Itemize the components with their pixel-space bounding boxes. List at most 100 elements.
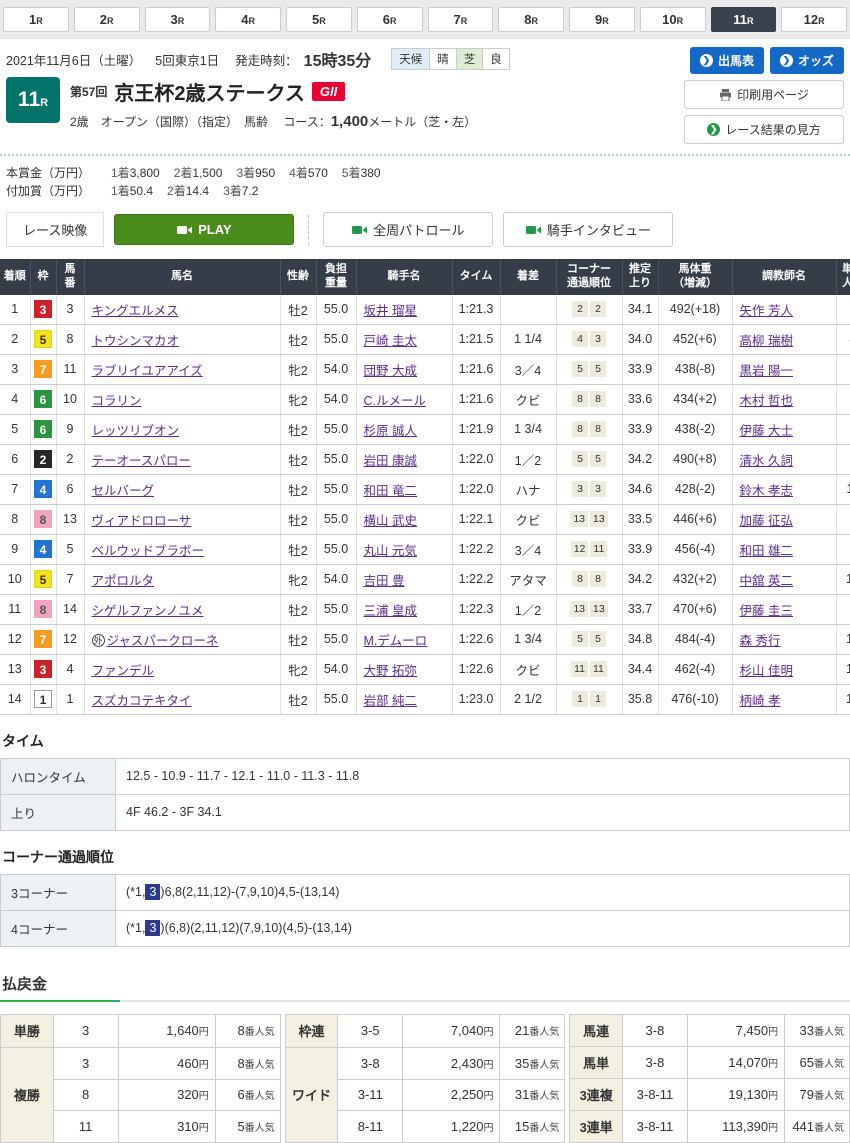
jockey-link[interactable]: 杉原 誠人 xyxy=(364,424,417,438)
trainer-link[interactable]: 伊藤 大士 xyxy=(740,424,793,438)
horse-name-link[interactable]: ジャスパークローネ xyxy=(107,634,219,648)
jockey-link[interactable]: 横山 武史 xyxy=(364,514,417,528)
payout-row: 単勝31,640円8番人気 xyxy=(1,1014,281,1048)
jockey-link[interactable]: 大野 拓弥 xyxy=(364,664,417,678)
jockey-link[interactable]: 団野 大成 xyxy=(364,364,417,378)
yen-unit: 円 xyxy=(768,1123,778,1134)
payout-popularity: 15番人気 xyxy=(500,1111,565,1143)
win-favorite-rank: 9 xyxy=(836,444,850,474)
horse-name-link[interactable]: コラリン xyxy=(92,394,142,408)
sex-age: 牝2 xyxy=(280,384,316,414)
result-guide-button[interactable]: ❯ レース結果の見方 xyxy=(684,115,844,144)
corner-position-box: 12 xyxy=(571,541,589,557)
trainer-link[interactable]: 中舘 英二 xyxy=(740,574,793,588)
corner-section-title: コーナー通過順位 xyxy=(2,847,850,867)
corner4-label: 4コーナー xyxy=(1,910,116,946)
jockey-link[interactable]: 坂井 瑠星 xyxy=(364,304,417,318)
trainer-link[interactable]: 杉山 佳明 xyxy=(740,664,793,678)
trainer-link[interactable]: 木村 哲也 xyxy=(740,394,793,408)
horse-name-link[interactable]: トウシンマカオ xyxy=(92,334,180,348)
horse-name-link[interactable]: アポロルタ xyxy=(92,574,155,588)
tab-6r[interactable]: 6R xyxy=(357,7,423,32)
last-3f-time: 34.1 xyxy=(622,295,658,325)
jockey-link[interactable]: M.デムーロ xyxy=(364,634,428,648)
trainer-link[interactable]: 柄崎 孝 xyxy=(740,694,781,708)
trainer-link[interactable]: 伊藤 圭三 xyxy=(740,604,793,618)
trainer-link[interactable]: 清水 久詞 xyxy=(740,454,793,468)
payout-amount: 310円 xyxy=(118,1111,215,1143)
jockey-link[interactable]: 岩田 康誠 xyxy=(364,454,417,468)
trainer-link[interactable]: 森 秀行 xyxy=(740,634,781,648)
jockey-cell: M.デムーロ xyxy=(356,624,452,654)
horse-name-link[interactable]: スズカコテキタイ xyxy=(92,694,192,708)
jockey-cell: 丸山 元気 xyxy=(356,534,452,564)
trainer-link[interactable]: 高柳 瑞樹 xyxy=(740,334,793,348)
jockey-link[interactable]: 吉田 豊 xyxy=(364,574,405,588)
prize-amount: 7.2 xyxy=(242,184,259,198)
payout-amount: 7,040円 xyxy=(403,1014,500,1048)
column-header: タイム xyxy=(452,259,500,295)
trainer-link[interactable]: 加藤 征弘 xyxy=(740,514,793,528)
trainer-link[interactable]: 黒岩 陽一 xyxy=(740,364,793,378)
jockey-link[interactable]: 和田 竜二 xyxy=(364,484,417,498)
jockey-link[interactable]: 戸崎 圭太 xyxy=(364,334,417,348)
margin: 1／2 xyxy=(500,444,556,474)
payout-combination: 3-8-11 xyxy=(623,1110,688,1142)
tab-8r[interactable]: 8R xyxy=(498,7,564,32)
horse-number: 9 xyxy=(56,414,84,444)
horse-name-link[interactable]: ファンデル xyxy=(92,664,155,678)
horse-name-link[interactable]: ベルウッドブラボー xyxy=(92,544,205,558)
play-button[interactable]: PLAY xyxy=(114,214,294,245)
trainer-cell: 伊藤 大士 xyxy=(732,414,836,444)
margin xyxy=(500,295,556,325)
yen-unit: 円 xyxy=(768,1091,778,1102)
corner-position-box: 5 xyxy=(572,631,588,647)
tab-5r[interactable]: 5R xyxy=(286,7,352,32)
horse-name-link[interactable]: キングエルメス xyxy=(92,304,179,318)
bet-type-label: 馬単 xyxy=(570,1046,623,1078)
jockey-link[interactable]: 三浦 皇成 xyxy=(364,604,417,618)
finish-time: 1:21.6 xyxy=(452,384,500,414)
horse-name-link[interactable]: レッツリブオン xyxy=(92,424,180,438)
jockey-link[interactable]: C.ルメール xyxy=(364,394,427,408)
trainer-link[interactable]: 和田 雄二 xyxy=(740,544,793,558)
column-header: 馬名 xyxy=(84,259,280,295)
race-header: 2021年11月6日（土曜） 5回東京1日 発走時刻： 15時35分 天候 晴 … xyxy=(0,39,850,144)
print-page-button[interactable]: 印刷用ページ xyxy=(684,80,844,109)
result-row: 1334ファンデル牝254.0大野 拓弥1:22.6クビ111134.4462(… xyxy=(0,654,850,684)
trainer-link[interactable]: 矢作 芳人 xyxy=(740,304,793,318)
horse-name-link[interactable]: セルバーグ xyxy=(92,484,155,498)
jockey-interview-button[interactable]: 騎手インタビュー xyxy=(503,212,673,247)
race-video-label: レース映像 xyxy=(6,212,104,247)
horse-name-link[interactable]: テーオースパロー xyxy=(92,454,191,468)
odds-button[interactable]: ❯ オッズ xyxy=(770,47,844,74)
tab-12r[interactable]: 12R xyxy=(781,7,847,32)
header-buttons: ❯ 出馬表 ❯ オッズ 印刷用ページ ❯ レース結果の見方 xyxy=(674,47,844,144)
jockey-link[interactable]: 丸山 元気 xyxy=(364,544,417,558)
tab-1r[interactable]: 1R xyxy=(3,7,69,32)
finish-time: 1:21.3 xyxy=(452,295,500,325)
tab-3r[interactable]: 3R xyxy=(145,7,211,32)
horse-name-link[interactable]: ヴィアドロローサ xyxy=(92,514,192,528)
patrol-video-button[interactable]: 全周パトロール xyxy=(323,212,493,247)
tab-4r[interactable]: 4R xyxy=(215,7,281,32)
tab-11r[interactable]: 11R xyxy=(711,7,777,32)
entry-table-button[interactable]: ❯ 出馬表 xyxy=(690,47,764,74)
finish-time: 1:22.2 xyxy=(452,534,500,564)
tab-10r[interactable]: 10R xyxy=(640,7,706,32)
condition-badges: 天候 晴 芝 良 xyxy=(391,48,510,70)
trainer-cell: 伊藤 圭三 xyxy=(732,594,836,624)
sex-age: 牝2 xyxy=(280,564,316,594)
trainer-link[interactable]: 鈴木 孝志 xyxy=(740,484,793,498)
tab-7r[interactable]: 7R xyxy=(428,7,494,32)
waku-cell: 2 xyxy=(30,444,56,474)
jockey-link[interactable]: 岩部 純二 xyxy=(364,694,417,708)
waku-badge: 1 xyxy=(34,690,52,708)
tab-2r[interactable]: 2R xyxy=(74,7,140,32)
tab-9r[interactable]: 9R xyxy=(569,7,635,32)
jockey-cell: 杉原 誠人 xyxy=(356,414,452,444)
horse-name-link[interactable]: シゲルファンノユメ xyxy=(92,604,204,618)
horse-name-link[interactable]: ラブリイユアアイズ xyxy=(92,364,203,378)
horse-name-cell: テーオースパロー xyxy=(84,444,280,474)
race-edition: 第57回 xyxy=(70,83,107,100)
